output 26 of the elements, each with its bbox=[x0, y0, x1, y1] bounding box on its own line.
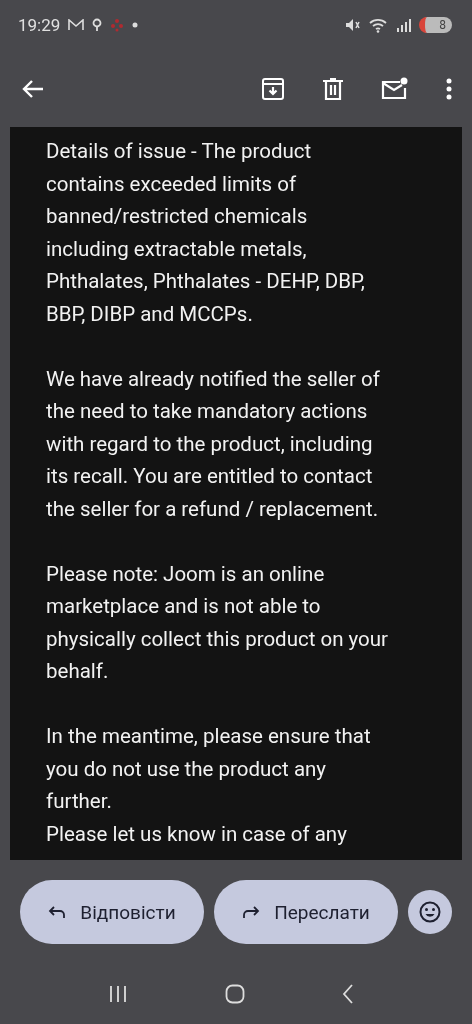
forward-button[interactable]: Переслати bbox=[214, 880, 398, 944]
recent-apps-icon[interactable] bbox=[108, 985, 129, 1003]
delete-icon[interactable] bbox=[322, 76, 344, 101]
location-icon bbox=[92, 18, 103, 32]
smiley-icon bbox=[419, 901, 441, 923]
signal-icon bbox=[397, 18, 412, 32]
more-options-icon[interactable] bbox=[446, 77, 452, 100]
forward-arrow-icon bbox=[242, 905, 261, 919]
mute-icon bbox=[345, 18, 362, 32]
message-paragraph: We have already notified the seller of the need to take mandatory actions with regard to the product, including its recall. You are entitled to contact the seller for a refund / replacement. bbox=[46, 365, 381, 523]
home-icon[interactable] bbox=[225, 984, 245, 1004]
message-paragraph: In the meantime, please ensure that you do not use the product any further. Please let us know in case of any bbox=[46, 723, 372, 848]
reply-button[interactable]: Відповісти bbox=[20, 880, 204, 944]
status-time: 19:29 bbox=[18, 15, 61, 35]
emoji-reaction-button[interactable] bbox=[408, 890, 452, 934]
battery-indicator: 8 bbox=[419, 17, 452, 33]
dot-icon bbox=[132, 22, 139, 28]
back-icon[interactable] bbox=[341, 984, 354, 1004]
message-paragraph: Details of issue - The product contains exceeded limits of banned/restricted chemicals including extractable metals, Phthalates, Phthalates - DEHP, DBP, BBP, DIBP and MCCPs. bbox=[46, 138, 366, 328]
archive-icon[interactable] bbox=[261, 76, 285, 101]
app-icon bbox=[110, 18, 125, 32]
message-paragraph: Please note: Joom is an online marketplace and is not able to physically collect this product on your behalf. bbox=[46, 560, 390, 685]
mail-icon bbox=[68, 19, 85, 31]
back-arrow-icon[interactable] bbox=[22, 78, 44, 99]
reply-arrow-icon bbox=[48, 905, 67, 919]
mark-unread-icon[interactable] bbox=[381, 76, 409, 101]
